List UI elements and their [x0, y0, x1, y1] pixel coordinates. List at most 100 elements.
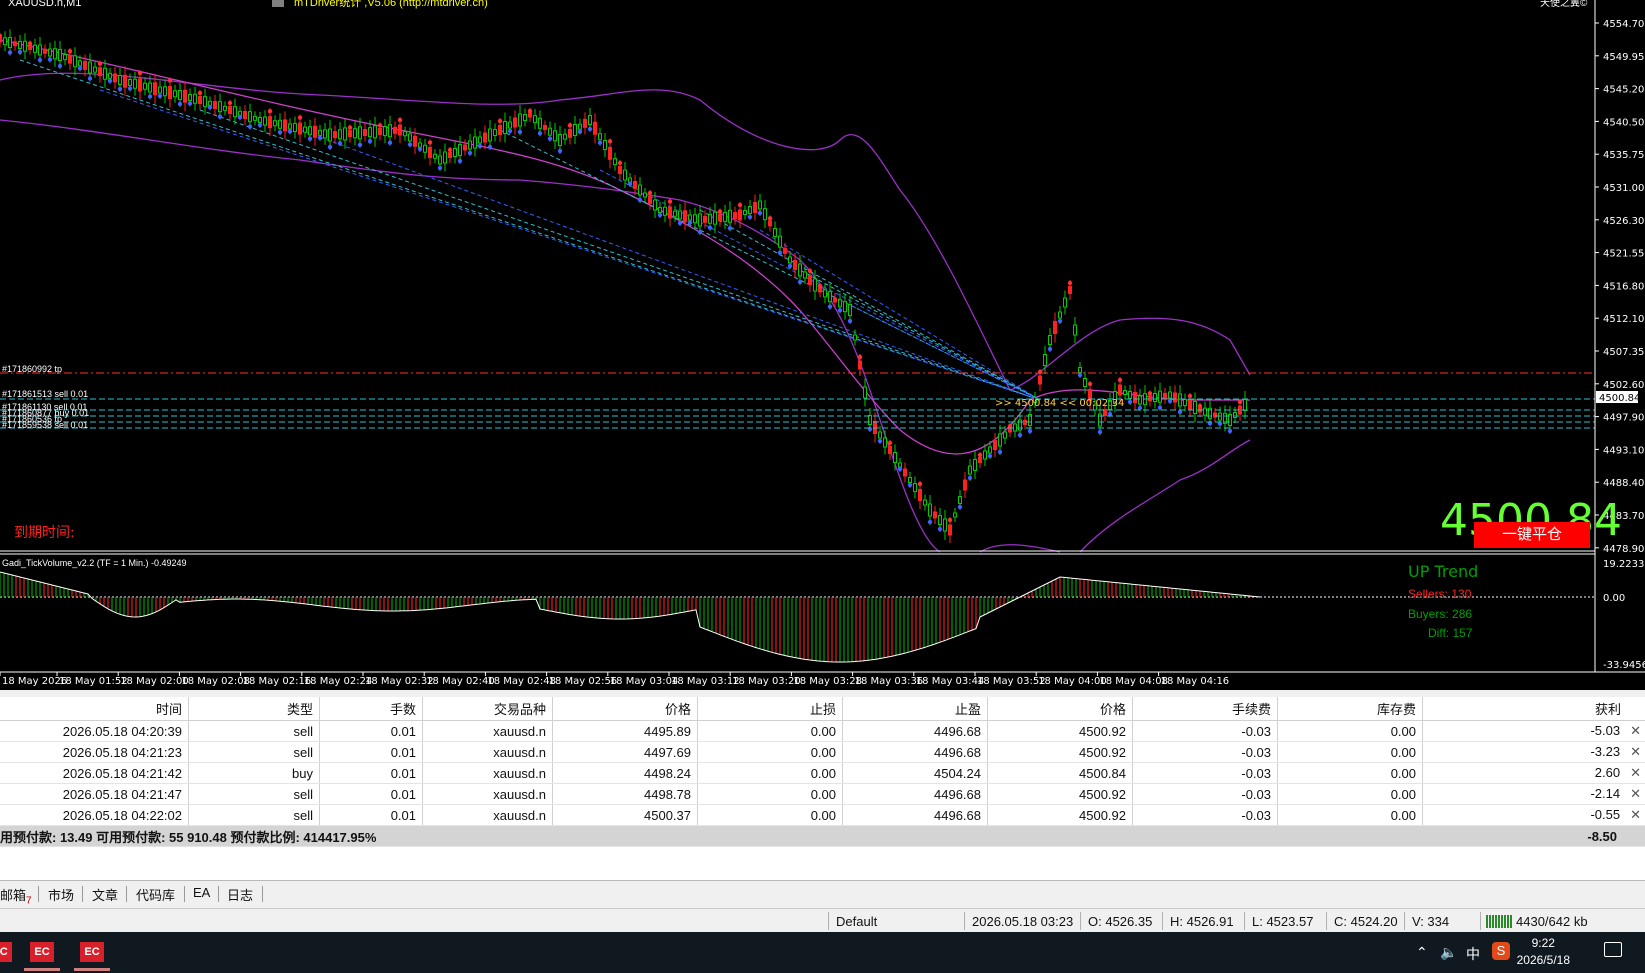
speaker-icon[interactable]: 🔈: [1440, 944, 1457, 961]
chevron-up-icon[interactable]: ⌃: [1416, 944, 1428, 961]
cell-profit: -5.03: [1590, 723, 1621, 738]
candle-body: [73, 55, 77, 68]
time-tick-label: 18 May 04:16: [1161, 676, 1230, 687]
candle-body: [518, 113, 522, 127]
taskbar-app-2[interactable]: EC: [24, 935, 60, 971]
candle-body: [138, 78, 142, 92]
col-sl[interactable]: 止损: [697, 697, 843, 721]
col-symbol[interactable]: 交易品种: [422, 697, 553, 721]
chart-canvas[interactable]: 4554.70 4549.95 4545.20 4540.50 4535.75 4531.…: [0, 0, 1645, 690]
candle-body: [1078, 367, 1082, 373]
candle-body: [523, 114, 527, 121]
trade-row[interactable]: 2026.05.18 04:22:02 sell 0.01 xauusd.n 4…: [0, 804, 1645, 826]
col-tp[interactable]: 止盈: [842, 697, 988, 721]
candle-body: [443, 151, 447, 164]
candle-body: [748, 206, 752, 214]
candle-body: [403, 131, 407, 137]
candle-body: [1148, 395, 1152, 402]
candle-body: [778, 235, 782, 248]
candle-body: [68, 54, 72, 64]
col-price[interactable]: 价格: [552, 697, 698, 721]
col-type[interactable]: 类型: [188, 697, 320, 721]
candle-body: [508, 121, 512, 129]
trade-panel: 时间 类型 手数 交易品种 价格 止损 止盈 价格 手续费 库存费 获利 202…: [0, 697, 1645, 882]
price-chart[interactable]: 4554.70 4549.95 4545.20 4540.50 4535.75 4531.…: [0, 0, 1645, 690]
candle-body: [783, 247, 787, 254]
trade-marker: [637, 197, 643, 203]
price-tick-label: 4521.55: [1603, 249, 1644, 260]
tab-ea[interactable]: EA: [193, 885, 210, 900]
ime-indicator[interactable]: 中: [1466, 944, 1480, 964]
trade-marker: [1037, 369, 1043, 375]
col-time[interactable]: 时间: [0, 697, 189, 721]
tab-journal[interactable]: 日志: [227, 885, 253, 904]
trade-marker: [87, 76, 93, 81]
candle-body: [168, 86, 172, 99]
trade-row[interactable]: 2026.05.18 04:21:23 sell 0.01 xauusd.n 4…: [0, 741, 1645, 763]
trade-marker: [347, 125, 353, 130]
trade-row[interactable]: 2026.05.18 04:20:39 sell 0.01 xauusd.n 4…: [0, 720, 1645, 742]
candle-body: [558, 134, 562, 146]
candle-body: [768, 220, 772, 227]
cell-cur-price: 4500.92: [987, 804, 1133, 826]
candle-body: [323, 129, 327, 139]
close-position-icon[interactable]: ✕: [1620, 786, 1645, 801]
taskbar-app-1[interactable]: EC: [0, 935, 18, 971]
trade-row[interactable]: 2026.05.18 04:21:47 sell 0.01 xauusd.n 4…: [0, 783, 1645, 805]
taskbar-app-3[interactable]: EC: [74, 935, 110, 971]
candle-body: [793, 260, 797, 270]
close-position-icon[interactable]: ✕: [1620, 723, 1645, 738]
candle-body: [108, 72, 112, 79]
candle-body: [893, 452, 897, 463]
candle-body: [998, 433, 1002, 447]
trade-marker: [687, 220, 693, 225]
candle-body: [1188, 400, 1192, 410]
trade-row[interactable]: 2026.05.18 04:21:42 buy 0.01 xauusd.n 44…: [0, 762, 1645, 784]
col-volume[interactable]: 手数: [319, 697, 423, 721]
tab-articles[interactable]: 文章: [92, 885, 118, 904]
col-commission[interactable]: 手续费: [1132, 697, 1278, 721]
trade-marker: [717, 209, 723, 214]
col-profit[interactable]: 获利: [1422, 697, 1645, 721]
cell-type: sell: [188, 741, 320, 763]
col-swap[interactable]: 库存费: [1277, 697, 1423, 721]
tab-market[interactable]: 市场: [48, 885, 74, 904]
cell-time: 2026.05.18 04:21:23: [0, 741, 189, 763]
indicator-icon: [272, 0, 284, 7]
cell-swap: 0.00: [1277, 720, 1423, 742]
trade-marker: [927, 519, 933, 525]
tab-codebase[interactable]: 代码库: [136, 885, 175, 904]
candle-body: [48, 48, 52, 57]
candle-body: [948, 524, 952, 536]
trade-marker: [27, 41, 33, 46]
price-tick-label: 4545.20: [1603, 85, 1644, 96]
close-position-icon[interactable]: ✕: [1620, 807, 1645, 822]
col-cur-price[interactable]: 价格: [987, 697, 1133, 721]
close-position-icon[interactable]: ✕: [1620, 744, 1645, 759]
notification-icon[interactable]: [1604, 942, 1622, 957]
trade-marker: [867, 426, 873, 432]
candle-body: [933, 511, 937, 519]
candle-body: [788, 256, 792, 264]
close-position-icon[interactable]: ✕: [1620, 765, 1645, 780]
clock[interactable]: 9:22 2026/5/18: [1517, 935, 1570, 969]
cell-price: 4495.89: [552, 720, 698, 742]
candle-body: [678, 210, 682, 220]
candle-body: [663, 206, 667, 216]
candle-body: [238, 110, 242, 116]
candle-body: [13, 41, 17, 47]
tab-mailbox[interactable]: 邮箱7: [0, 885, 32, 907]
time-tick-label: 18 May 02:16: [243, 676, 312, 687]
cell-profit: -2.14: [1590, 786, 1621, 801]
close-all-button[interactable]: 一键平仓: [1474, 522, 1590, 548]
candle-body: [728, 209, 732, 223]
trade-marker: [17, 49, 23, 55]
input-method-icon[interactable]: S: [1492, 942, 1510, 960]
candle-body: [468, 140, 472, 150]
price-tick-label: 4549.95: [1603, 52, 1644, 63]
trade-marker: [847, 318, 853, 324]
candle-body: [913, 483, 917, 492]
candle-body: [563, 133, 567, 140]
candle-body: [533, 115, 537, 124]
candle-body: [363, 129, 367, 136]
